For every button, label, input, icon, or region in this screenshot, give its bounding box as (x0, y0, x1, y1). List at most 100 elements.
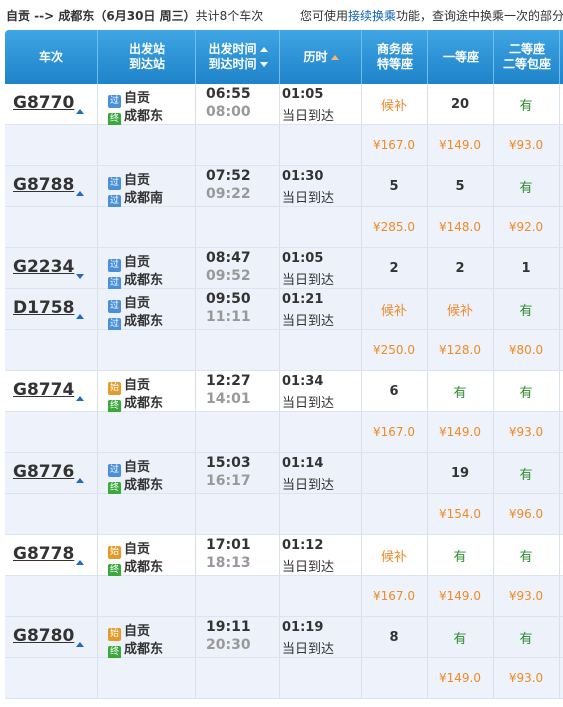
train-number-link[interactable]: G8774 (13, 380, 74, 400)
second-class-availability[interactable]: 有 (493, 453, 559, 493)
departure-time: 06:55 (206, 86, 251, 102)
arrival-station[interactable]: 终成都东 (108, 638, 163, 659)
train-number-link[interactable]: D1758 (13, 298, 74, 318)
col-first-label: 一等座 (442, 49, 479, 64)
train-row[interactable]: G8778 始自贡终成都东 17:01 18:13 01:12 当日到达 候补有有 (5, 535, 563, 577)
first-class-availability[interactable]: 2 (427, 248, 493, 288)
first-class-price: ¥154.0 (439, 507, 481, 521)
arrival-station[interactable]: 终成都东 (108, 556, 163, 577)
departure-time: 09:50 (206, 291, 251, 307)
arrival-time: 20:30 (206, 637, 251, 653)
arrival-station[interactable]: 终成都东 (108, 474, 163, 495)
toggle-stops-icon[interactable] (76, 109, 84, 114)
first-class-availability[interactable]: 有 (427, 535, 493, 575)
first-class-availability[interactable]: 20 (427, 84, 493, 124)
train-number-link[interactable]: G8778 (13, 544, 74, 564)
second-class-price: ¥93.0 (508, 671, 544, 685)
price-row: ¥167.0 ¥149.0 ¥93.0 (5, 576, 563, 617)
column-divider (279, 125, 280, 165)
second-class-availability[interactable]: 1 (493, 248, 559, 288)
toggle-stops-icon[interactable] (76, 642, 84, 647)
business-seat-availability[interactable]: 5 (361, 166, 427, 206)
toggle-stops-icon[interactable] (76, 191, 84, 196)
arrival-station-name: 成都东 (124, 273, 164, 288)
first-class-availability[interactable]: 有 (427, 617, 493, 657)
business-seat-availability[interactable]: 候补 (361, 84, 427, 124)
train-row[interactable]: G8776 过自贡终成都东 15:03 16:17 01:14 当日到达 19 有 (5, 453, 563, 495)
column-divider (97, 248, 98, 288)
business-seat-availability[interactable]: 6 (361, 371, 427, 411)
column-divider (195, 412, 196, 452)
arrival-day: 当日到达 (282, 273, 335, 288)
arrival-station[interactable]: 过成都东 (108, 269, 163, 290)
arrival-station[interactable]: 过成都东 (108, 310, 163, 331)
column-divider (195, 166, 196, 206)
train-row[interactable]: G8774 始自贡终成都东 12:27 14:01 01:34 当日到达 6 有有 (5, 371, 563, 413)
train-number-link[interactable]: G8780 (13, 626, 74, 646)
column-divider (97, 412, 98, 452)
first-class-availability[interactable]: 候补 (427, 289, 493, 329)
second-class-availability[interactable]: 有 (493, 535, 559, 575)
second-class-price: ¥93.0 (508, 425, 544, 439)
toggle-stops-icon[interactable] (76, 560, 84, 565)
column-divider (195, 248, 196, 288)
train-row[interactable]: D1758 过自贡过成都东 09:50 11:11 01:21 当日到达 候补 候补有 (5, 289, 563, 331)
train-number-link[interactable]: G8776 (13, 462, 74, 482)
arrival-station-name: 成都东 (124, 560, 164, 575)
train-number-link[interactable]: G8770 (13, 93, 74, 113)
price-row: ¥154.0 ¥96.0 (5, 494, 563, 535)
column-divider (559, 617, 560, 657)
sort-up-icon[interactable] (259, 47, 268, 52)
transfer-link[interactable]: 接续换乘 (348, 9, 396, 23)
price-row: ¥285.0 ¥148.0 ¥92.0 (5, 207, 563, 248)
column-divider (195, 658, 196, 698)
toggle-stops-icon[interactable] (76, 274, 84, 279)
second-class-price: ¥96.0 (508, 507, 544, 521)
column-divider (97, 658, 98, 698)
toggle-stops-icon[interactable] (76, 396, 84, 401)
col-business-label-2: 特等座 (376, 57, 413, 71)
business-seat-availability[interactable]: 候补 (361, 535, 427, 575)
second-class-availability[interactable]: 有 (493, 371, 559, 411)
column-divider (279, 84, 280, 124)
departure-station-name: 自贡 (124, 542, 151, 557)
business-seat-availability[interactable]: 2 (361, 248, 427, 288)
toggle-stops-icon[interactable] (76, 478, 84, 483)
first-class-availability[interactable]: 有 (427, 371, 493, 411)
col-stations-label-2: 到达站 (128, 57, 165, 71)
arrival-station[interactable]: 过成都南 (108, 187, 163, 208)
arrival-station[interactable]: 终成都东 (108, 105, 163, 126)
column-divider (279, 453, 280, 493)
col-times[interactable]: 出发时间 到达时间 (195, 30, 280, 84)
second-class-availability[interactable]: 有 (493, 289, 559, 329)
train-number-link[interactable]: G8788 (13, 175, 74, 195)
train-row[interactable]: G8780 始自贡终成都东 19:11 20:30 01:19 当日到达 8 有有 (5, 617, 563, 659)
duration: 01:12 (282, 538, 324, 553)
sort-up-icon[interactable] (330, 54, 339, 60)
arrival-time: 11:11 (206, 309, 251, 325)
price-row: ¥167.0 ¥149.0 ¥93.0 (5, 125, 563, 166)
duration: 01:21 (282, 292, 324, 307)
business-price: ¥250.0 (373, 343, 415, 357)
second-class-availability[interactable]: 有 (493, 84, 559, 124)
column-divider (97, 125, 98, 165)
col-duration[interactable]: 历时 (279, 30, 362, 84)
business-seat-availability[interactable] (361, 453, 427, 493)
toggle-stops-icon[interactable] (76, 314, 84, 319)
second-class-availability[interactable]: 有 (493, 617, 559, 657)
second-class-availability[interactable]: 有 (493, 166, 559, 206)
col-train[interactable]: 车次 (5, 30, 97, 84)
arrival-day: 当日到达 (282, 642, 335, 657)
column-divider (559, 207, 560, 247)
train-row[interactable]: G8788 过自贡过成都南 07:52 09:22 01:30 当日到达 5 5 有 (5, 166, 563, 208)
first-class-availability[interactable]: 5 (427, 166, 493, 206)
business-seat-availability[interactable]: 候补 (361, 289, 427, 329)
train-number-link[interactable]: G2234 (13, 257, 74, 277)
arrival-station[interactable]: 终成都东 (108, 392, 163, 413)
second-class-price: ¥80.0 (508, 343, 544, 357)
first-class-availability[interactable]: 19 (427, 453, 493, 493)
train-row[interactable]: G2234 过自贡过成都东 08:47 09:52 01:05 当日到达 2 2 1 (5, 248, 563, 290)
train-row[interactable]: G8770 过自贡终成都东 06:55 08:00 01:05 当日到达 候补 20 有 (5, 84, 563, 126)
sort-down-icon[interactable] (259, 62, 268, 67)
business-seat-availability[interactable]: 8 (361, 617, 427, 657)
